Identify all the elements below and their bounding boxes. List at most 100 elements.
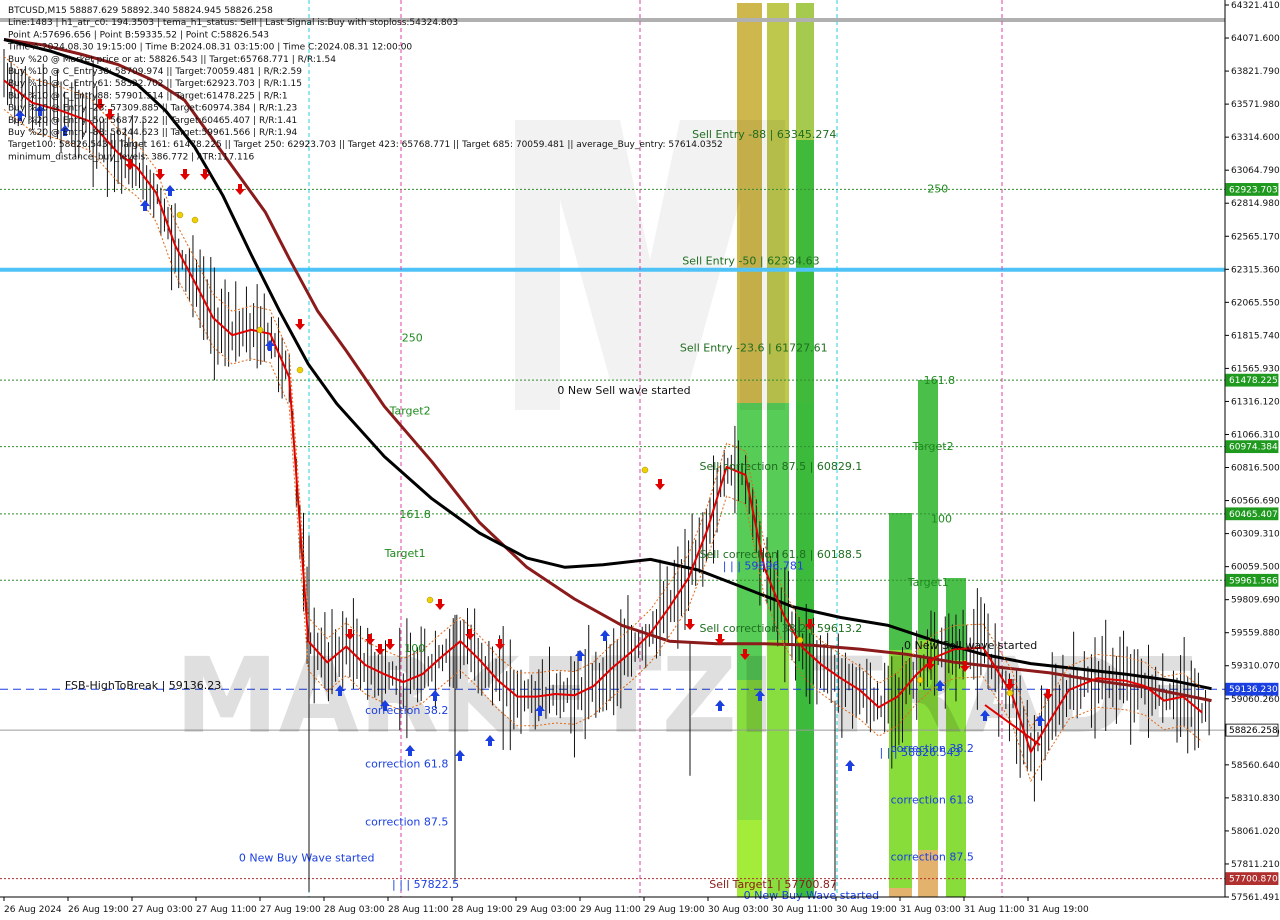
price-chart[interactable]: MARKETZI TRADE Sell Entry -88 | 63345.27… bbox=[0, 0, 1280, 920]
marker-dot bbox=[641, 466, 649, 474]
x-tick-label: 26 Aug 19:00 bbox=[68, 905, 129, 915]
chart-annotation: | | | 59896.781 bbox=[723, 559, 804, 572]
chart-annotation: Sell Entry -23.6 | 61727.61 bbox=[680, 341, 828, 354]
chart-annotation: 161.8 bbox=[399, 508, 431, 521]
info-line: Point A:57696.656 | Point B:59335.52 | P… bbox=[8, 30, 269, 40]
chart-annotation: 100 bbox=[931, 513, 952, 526]
info-line: Buy %20 @ Entry -88: 56244.623 || Target… bbox=[8, 128, 298, 138]
zone-band-lower bbox=[889, 888, 912, 897]
chart-annotation: Sell Entry -50 | 62384.63 bbox=[682, 255, 819, 268]
info-line: Buy %20 @ Entry -50: 56877.522 || Target… bbox=[8, 116, 297, 126]
chart-annotation: Target1 bbox=[384, 547, 426, 560]
y-tick-label: 57561.491 bbox=[1231, 893, 1280, 903]
chart-annotation: 250 bbox=[927, 183, 948, 196]
marker-dot bbox=[1006, 689, 1014, 697]
chart-annotation: 0 New Sell wave started bbox=[904, 639, 1037, 652]
y-tick-label: 63821.790 bbox=[1231, 67, 1280, 77]
chart-annotation: FSB-HighToBreak | 59136.23 bbox=[65, 679, 221, 692]
x-tick-label: 31 Aug 19:00 bbox=[1028, 905, 1089, 915]
info-line: minimum_distance_buy_levels: 386.772 | A… bbox=[8, 152, 254, 162]
y-tick-label: 61316.120 bbox=[1231, 397, 1280, 407]
chart-annotation: correction 38.2 bbox=[365, 704, 448, 717]
price-badge-label: 62923.703 bbox=[1229, 185, 1278, 195]
x-tick-label: 30 Aug 19:00 bbox=[836, 905, 897, 915]
y-tick-label: 62565.170 bbox=[1231, 232, 1280, 242]
info-line: Buy %10 @ Entry -23: 57309.885 || Target… bbox=[8, 104, 297, 114]
chart-annotation: 100 bbox=[404, 642, 425, 655]
x-tick-label: 31 Aug 03:00 bbox=[900, 905, 961, 915]
y-tick-label: 61815.740 bbox=[1231, 331, 1280, 341]
y-tick-label: 59559.880 bbox=[1231, 629, 1280, 639]
marker-dot bbox=[191, 216, 199, 224]
y-tick-label: 61066.310 bbox=[1231, 430, 1280, 440]
info-line: Buy %10 @ C_Entry61: 58322.702 || Target… bbox=[8, 79, 302, 89]
price-badge-label: 58826.258 bbox=[1229, 726, 1278, 736]
y-tick-label: 59310.070 bbox=[1231, 662, 1280, 672]
y-tick-label: 58061.020 bbox=[1231, 827, 1280, 837]
chart-annotation: | | | 57822.5 bbox=[392, 878, 459, 891]
chart-annotation: 0 New Buy Wave started bbox=[744, 889, 880, 902]
y-tick-label: 58560.640 bbox=[1231, 761, 1280, 771]
x-tick-label: 31 Aug 11:00 bbox=[964, 905, 1025, 915]
x-tick-label: 29 Aug 11:00 bbox=[580, 905, 641, 915]
y-tick-label: 63571.980 bbox=[1231, 100, 1280, 110]
y-tick-label: 60309.310 bbox=[1231, 530, 1280, 540]
y-tick-label: 64071.600 bbox=[1231, 34, 1280, 44]
chart-annotation: Sell correction 38.2 | 59613.2 bbox=[700, 622, 863, 635]
y-tick-label: 63064.790 bbox=[1231, 166, 1280, 176]
marker-dot bbox=[426, 596, 434, 604]
price-badge-label: 61478.225 bbox=[1229, 376, 1278, 386]
y-tick-label: 62814.980 bbox=[1231, 199, 1280, 209]
x-tick-label: 27 Aug 03:00 bbox=[132, 905, 193, 915]
chart-annotation: 0 New Buy Wave started bbox=[239, 852, 375, 865]
price-badge-label: 59136.230 bbox=[1229, 685, 1278, 695]
y-tick-label: 60566.690 bbox=[1231, 497, 1280, 507]
chart-annotation: Target1 bbox=[907, 576, 949, 589]
y-tick-label: 58310.830 bbox=[1231, 794, 1280, 804]
y-tick-label: 57811.210 bbox=[1231, 860, 1280, 870]
zone-band-lower bbox=[796, 140, 814, 897]
y-tick-label: 60059.500 bbox=[1231, 563, 1280, 573]
marker-dot bbox=[256, 326, 264, 334]
price-badge-label: 60465.407 bbox=[1229, 510, 1278, 520]
y-tick-label: 59809.690 bbox=[1231, 596, 1280, 606]
marker-dot bbox=[176, 211, 184, 219]
info-line: BTCUSD,M15 58887.629 58892.340 58824.945… bbox=[8, 6, 273, 16]
x-tick-label: 29 Aug 19:00 bbox=[644, 905, 705, 915]
price-badge-label: 59961.566 bbox=[1229, 576, 1278, 586]
x-tick-label: 28 Aug 11:00 bbox=[388, 905, 449, 915]
x-tick-label: 28 Aug 03:00 bbox=[324, 905, 385, 915]
x-tick-label: 30 Aug 03:00 bbox=[708, 905, 769, 915]
y-tick-label: 59060.260 bbox=[1231, 695, 1280, 705]
info-line: Time A:2024.08.30 19:15:00 | Time B:2024… bbox=[7, 43, 412, 53]
chart-annotation: correction 61.8 bbox=[365, 757, 448, 770]
chart-annotation: Target2 bbox=[389, 404, 431, 417]
info-line: Buy %10 @ C_Entry38: 58709.974 || Target… bbox=[8, 67, 302, 77]
info-line: Target100: 58826.543 || Target 161: 6147… bbox=[7, 140, 723, 150]
x-tick-label: 26 Aug 2024 bbox=[4, 905, 62, 915]
y-tick-label: 60816.500 bbox=[1231, 464, 1280, 474]
chart-annotation: 250 bbox=[402, 332, 423, 345]
x-tick-label: 29 Aug 03:00 bbox=[516, 905, 577, 915]
chart-background bbox=[0, 0, 1280, 920]
x-tick-label: 27 Aug 11:00 bbox=[196, 905, 257, 915]
chart-annotation: | | | 58826.543 bbox=[880, 746, 961, 759]
chart-annotation: 161.8 bbox=[924, 374, 956, 387]
chart-annotation: 0 New Sell wave started bbox=[557, 384, 690, 397]
chart-annotation: Target2 bbox=[912, 440, 954, 453]
price-badge-label: 60974.384 bbox=[1229, 443, 1278, 453]
y-tick-label: 64321.410 bbox=[1231, 1, 1280, 11]
y-tick-label: 61565.930 bbox=[1231, 364, 1280, 374]
marker-dot bbox=[296, 366, 304, 374]
y-tick-label: 62065.550 bbox=[1231, 298, 1280, 308]
chart-annotation: Sell Entry -88 | 63345.274 bbox=[692, 128, 836, 141]
x-tick-label: 27 Aug 19:00 bbox=[260, 905, 321, 915]
chart-annotation: correction 87.5 bbox=[365, 815, 448, 828]
price-badge-label: 57700.870 bbox=[1229, 875, 1278, 885]
price-axis: 64321.410 64071.600 63821.790 63571.980 6331… bbox=[1224, 0, 1280, 920]
marker-dot bbox=[796, 636, 804, 644]
x-tick-label: 28 Aug 19:00 bbox=[452, 905, 513, 915]
chart-annotation: correction 61.8 bbox=[891, 794, 974, 807]
y-tick-label: 62315.360 bbox=[1231, 265, 1280, 275]
x-tick-label: 30 Aug 11:00 bbox=[772, 905, 833, 915]
